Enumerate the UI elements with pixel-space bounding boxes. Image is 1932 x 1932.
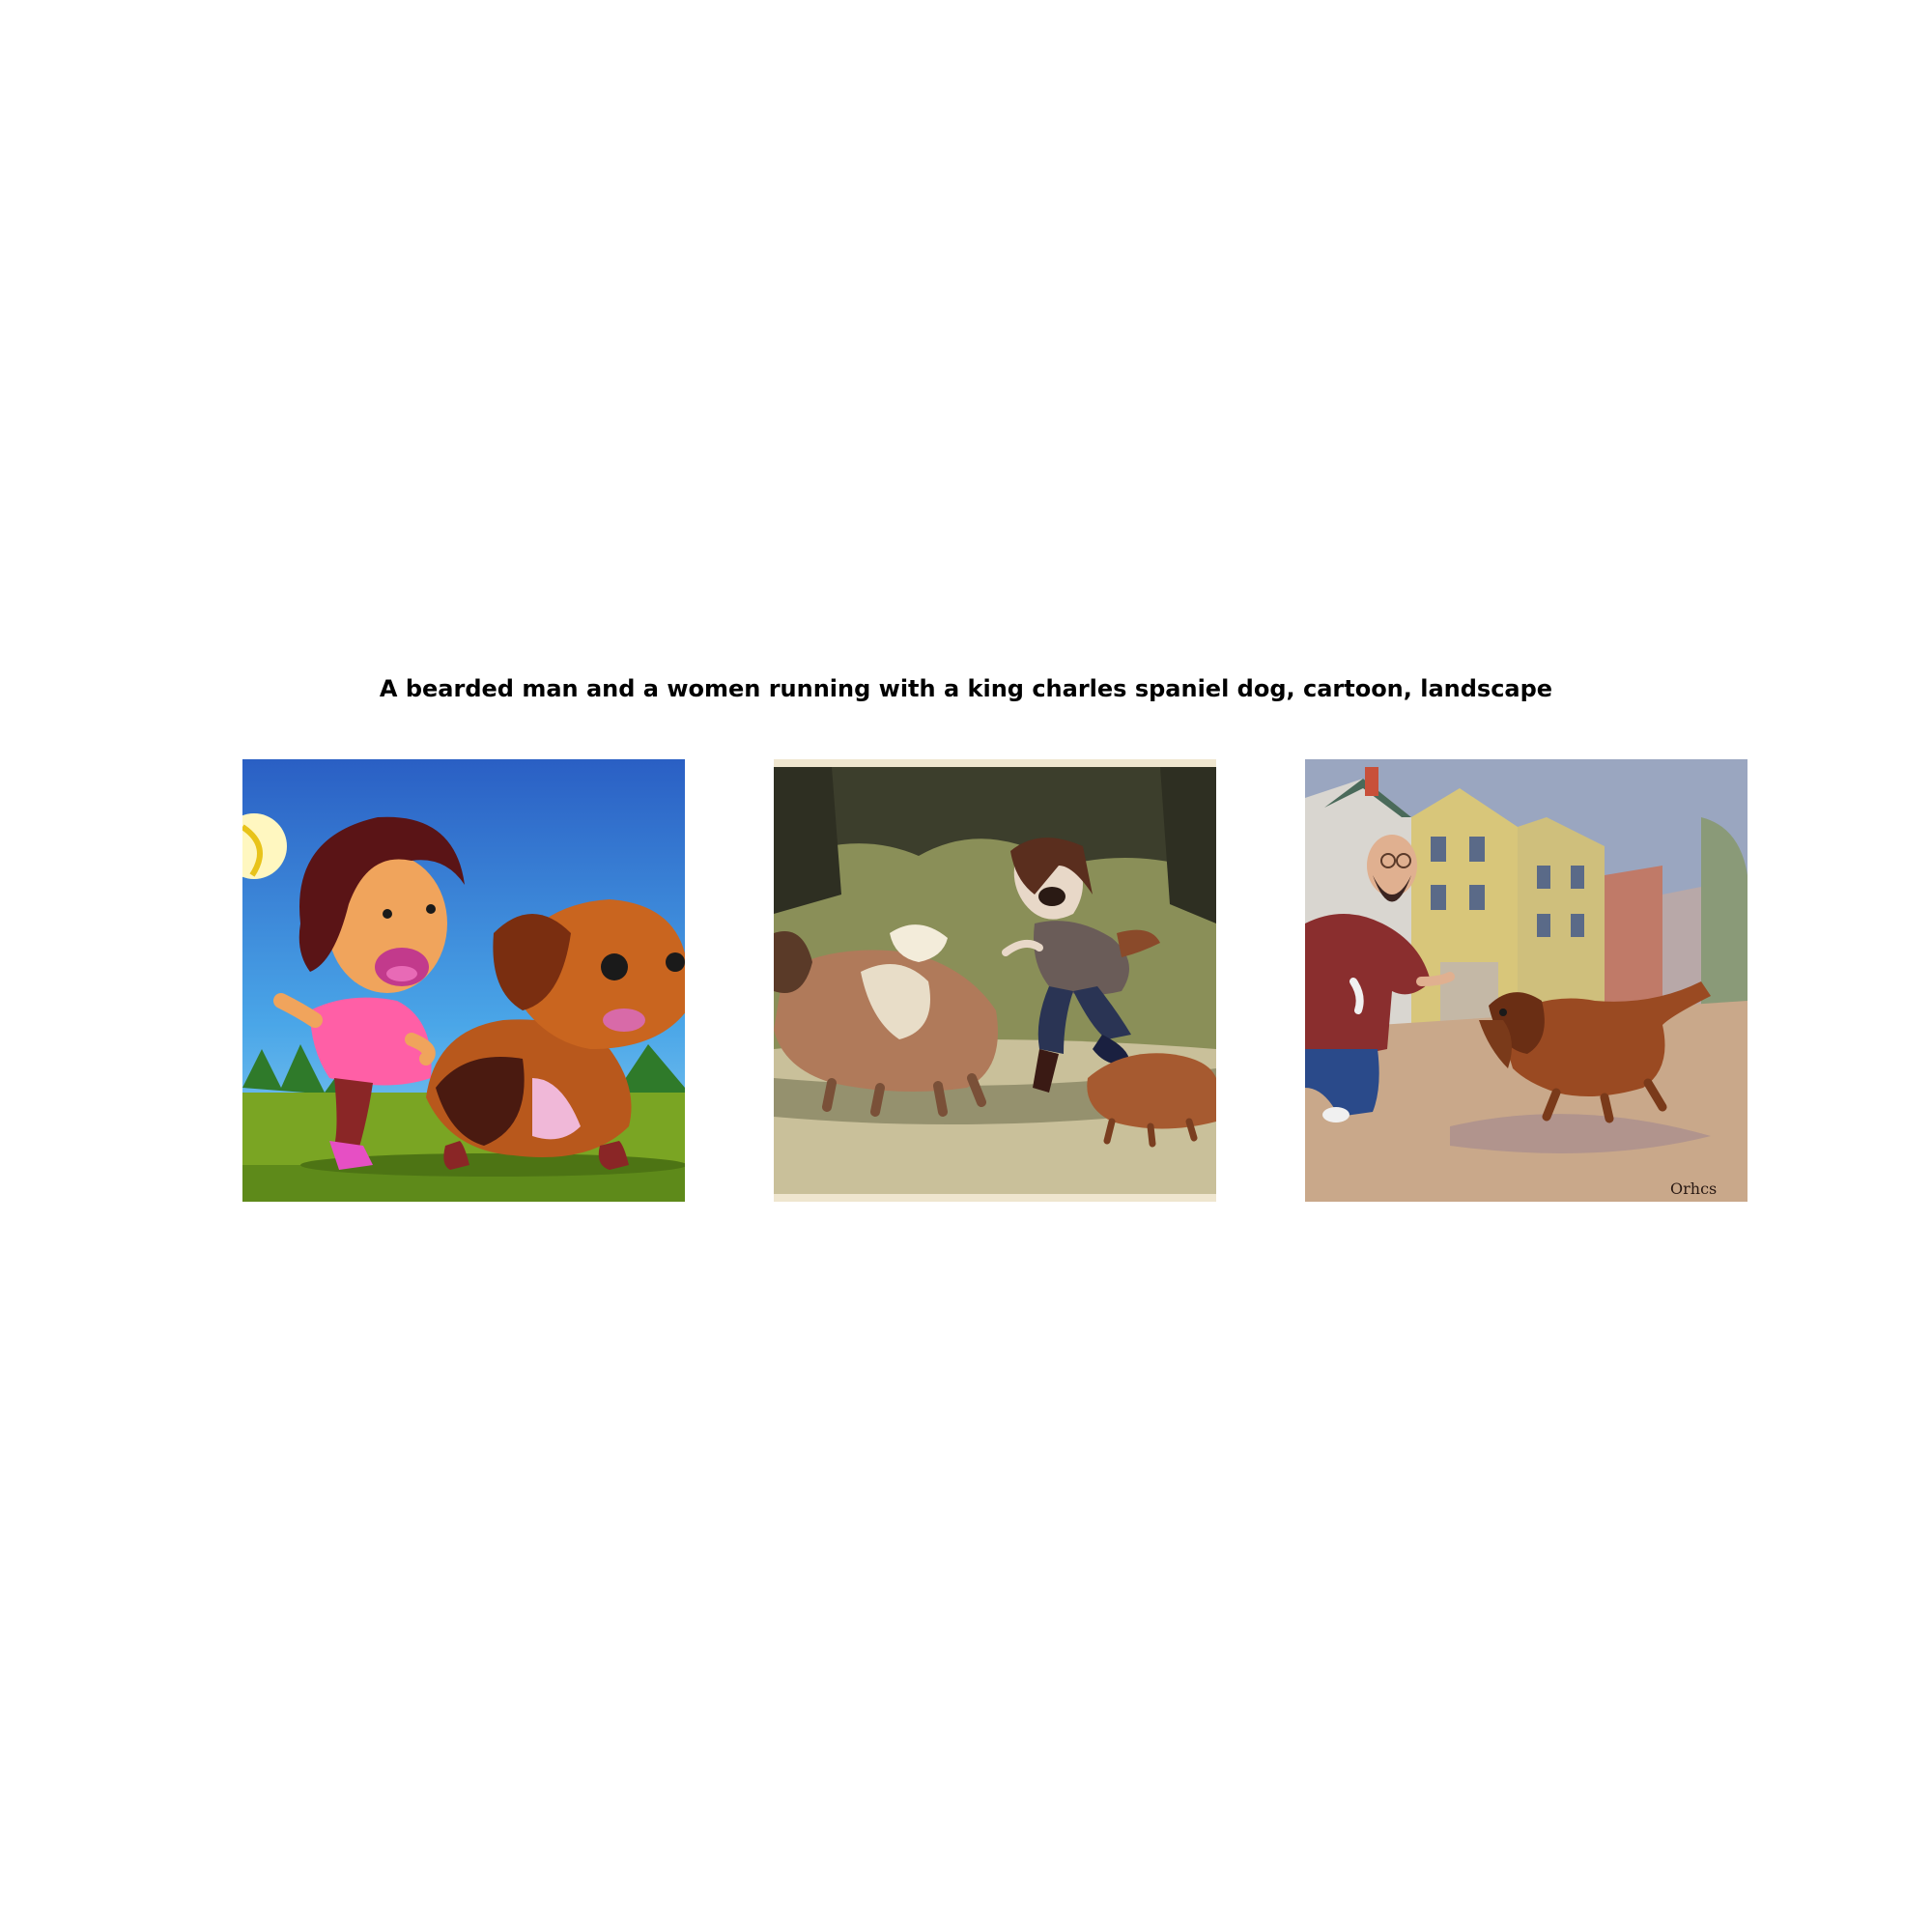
image-panel-cartoon <box>242 759 685 1202</box>
image-panel-engraving <box>774 759 1216 1202</box>
figure-title: A bearded man and a women running with a… <box>379 675 1553 702</box>
sketch-illustration: Orhcs <box>1305 759 1747 1202</box>
image-panel-sketch: Orhcs <box>1305 759 1747 1202</box>
artist-signature: Orhcs <box>1670 1179 1717 1198</box>
engraving-illustration <box>774 759 1216 1202</box>
figure-canvas: A bearded man and a women running with a… <box>0 0 1932 1932</box>
cartoon-illustration <box>242 759 685 1202</box>
